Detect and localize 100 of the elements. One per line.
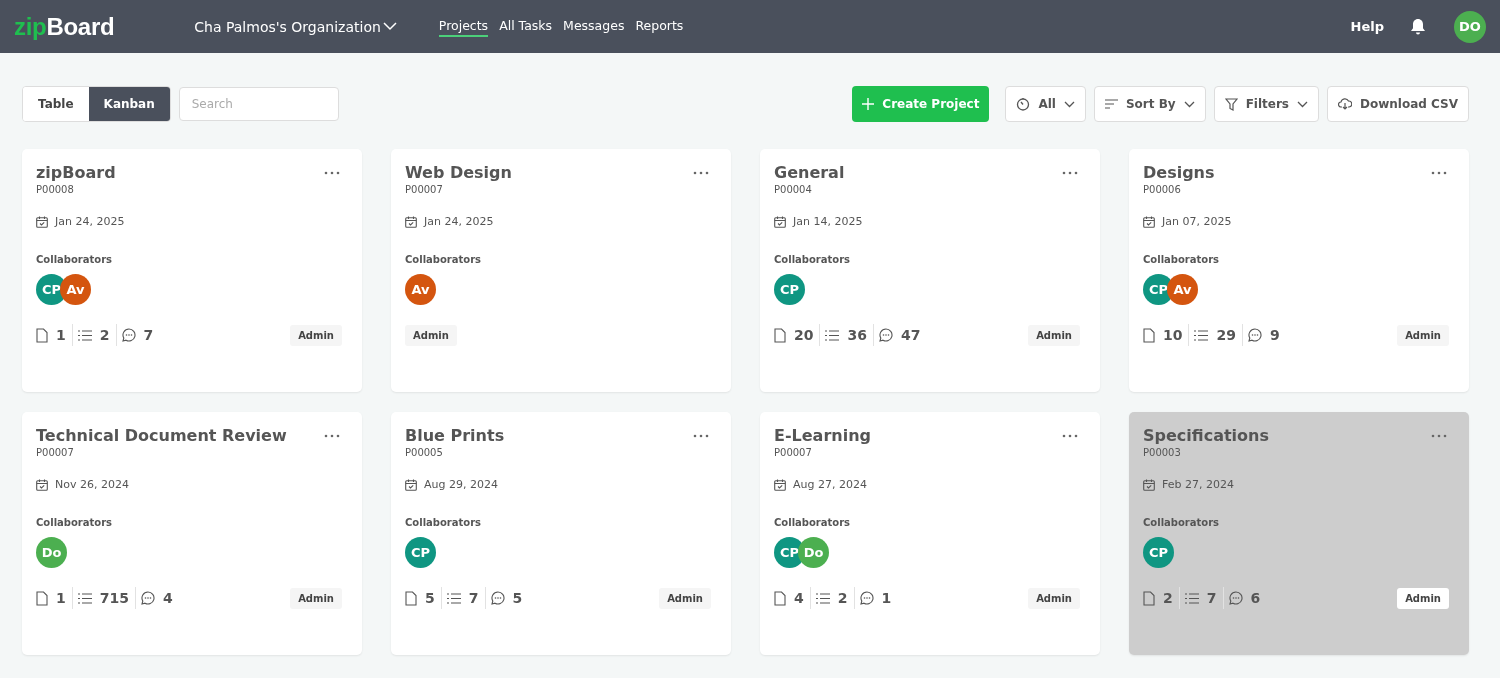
nav-link[interactable]: All Tasks — [499, 16, 553, 37]
project-card[interactable]: Technical Document Review P00007 Nov 26, 2024 Collaborators Do 1 715 4 Admin — [22, 412, 362, 655]
role-tag: Admin — [1028, 587, 1080, 609]
role-tag: Admin — [659, 587, 711, 609]
nav-link[interactable]: Messages — [563, 16, 625, 37]
nav-link[interactable]: Reports — [635, 16, 684, 37]
collaborators-label: Collaborators — [1143, 254, 1221, 265]
list-icon — [446, 592, 461, 604]
comment-icon — [141, 591, 155, 605]
collaborators-label: Collaborators — [36, 517, 114, 528]
project-card[interactable]: E-Learning P00007 Aug 27, 2024 Collaborators CP Do 4 2 1 Admin — [760, 412, 1100, 655]
calendar-check-icon — [1143, 215, 1155, 228]
project-card[interactable]: zipBoard P00008 Jan 24, 2025 Collaborators CP Av 1 2 7 Admin — [22, 149, 362, 392]
project-name: General — [774, 163, 845, 182]
project-card[interactable]: General P00004 Jan 14, 2025 Collaborators CP 20 36 47 Admin — [760, 149, 1100, 392]
project-date: Aug 27, 2024 — [793, 478, 867, 491]
sort-dropdown[interactable]: Sort By — [1093, 86, 1206, 122]
project-code: P00006 — [1143, 184, 1182, 195]
tasks-count: 7 — [1206, 590, 1217, 606]
list-icon — [825, 329, 840, 341]
calendar-check-icon — [36, 215, 48, 228]
more-options-icon[interactable] — [693, 433, 709, 438]
comment-icon — [1247, 328, 1262, 342]
document-icon — [774, 590, 786, 606]
project-card[interactable]: Web Design P00007 Jan 24, 2025 Collaborators Av Admin — [391, 149, 731, 392]
comment-icon — [859, 591, 874, 605]
tasks-count: 7 — [468, 590, 479, 606]
project-name: Designs — [1143, 163, 1215, 182]
collaborator-avatar[interactable]: Av — [60, 274, 91, 305]
collaborators-label: Collaborators — [36, 254, 114, 265]
calendar-check-icon — [405, 215, 417, 228]
role-tag: Admin — [1397, 324, 1449, 346]
project-card[interactable]: Blue Prints P00005 Aug 29, 2024 Collaborators CP 5 7 5 Admin — [391, 412, 731, 655]
collaborator-avatar[interactable]: CP — [774, 274, 805, 305]
comments-count: 6 — [1250, 590, 1261, 606]
project-name: Specifications — [1143, 426, 1269, 445]
more-options-icon[interactable] — [1062, 433, 1078, 438]
time-filter-dropdown[interactable]: All — [1005, 86, 1086, 122]
more-options-icon[interactable] — [693, 170, 709, 175]
calendar-check-icon — [774, 215, 786, 228]
sort-icon — [1104, 99, 1118, 109]
chevron-down-icon — [1297, 100, 1308, 108]
project-date: Jan 07, 2025 — [1162, 215, 1232, 228]
project-date: Aug 29, 2024 — [424, 478, 498, 491]
collaborators-label: Collaborators — [774, 254, 852, 265]
help-link[interactable]: Help — [1350, 19, 1384, 34]
project-code: P00003 — [1143, 447, 1182, 458]
project-date: Jan 14, 2025 — [793, 215, 863, 228]
search-field[interactable]: Search — [178, 87, 339, 121]
notification-bell-icon[interactable] — [1409, 17, 1427, 36]
files-count: 10 — [1163, 327, 1183, 343]
files-count: 1 — [56, 327, 66, 343]
collaborator-avatar[interactable]: CP — [405, 537, 436, 568]
timer-icon — [1016, 97, 1031, 111]
list-icon — [77, 592, 92, 604]
filters-dropdown[interactable]: Filters — [1213, 86, 1319, 122]
more-options-icon[interactable] — [1431, 170, 1447, 175]
calendar-check-icon — [774, 478, 786, 491]
comment-icon — [1228, 591, 1243, 605]
project-date: Feb 27, 2024 — [1162, 478, 1234, 491]
document-icon — [774, 327, 786, 343]
project-name: Blue Prints — [405, 426, 505, 445]
cloud-download-icon — [1338, 98, 1352, 110]
tasks-count: 2 — [837, 590, 848, 606]
view-tab[interactable]: Kanban — [88, 87, 170, 121]
collaborators-label: Collaborators — [1143, 517, 1221, 528]
project-code: P00007 — [36, 447, 75, 458]
role-tag: Admin — [290, 587, 342, 609]
project-code: P00004 — [774, 184, 813, 195]
project-date: Jan 24, 2025 — [55, 215, 125, 228]
project-code: P00007 — [405, 184, 444, 195]
list-icon — [1194, 329, 1209, 341]
calendar-check-icon — [1143, 478, 1155, 491]
logo[interactable]: zipBoard — [14, 12, 115, 41]
tasks-count: 36 — [847, 327, 867, 343]
organization-dropdown[interactable]: Cha Palmos's Organization — [194, 18, 397, 35]
chevron-down-icon — [382, 22, 397, 31]
files-count: 1 — [56, 590, 66, 606]
project-code: P00008 — [36, 184, 75, 195]
document-icon — [36, 590, 48, 606]
project-code: P00005 — [405, 447, 444, 458]
role-tag: Admin — [1028, 324, 1080, 346]
collaborators-label: Collaborators — [405, 254, 483, 265]
tasks-count: 2 — [99, 327, 110, 343]
comment-icon — [878, 328, 893, 342]
comment-icon — [490, 591, 505, 605]
collaborator-avatar[interactable]: Av — [1167, 274, 1198, 305]
collaborator-avatar[interactable]: Av — [405, 274, 436, 305]
project-card[interactable]: Designs P00006 Jan 07, 2025 Collaborators CP Av 10 29 9 Admin — [1129, 149, 1469, 392]
document-icon — [1143, 327, 1155, 343]
nav-link[interactable]: Projects — [438, 16, 489, 37]
more-options-icon[interactable] — [1062, 170, 1078, 175]
project-date: Nov 26, 2024 — [55, 478, 129, 491]
list-icon — [77, 329, 92, 341]
project-code: P00007 — [774, 447, 813, 458]
more-options-icon[interactable] — [324, 433, 340, 438]
download-csv-button[interactable]: Download CSV — [1327, 86, 1469, 122]
more-options-icon[interactable] — [324, 170, 340, 175]
chevron-down-icon — [1183, 100, 1195, 108]
collaborators-label: Collaborators — [774, 517, 852, 528]
